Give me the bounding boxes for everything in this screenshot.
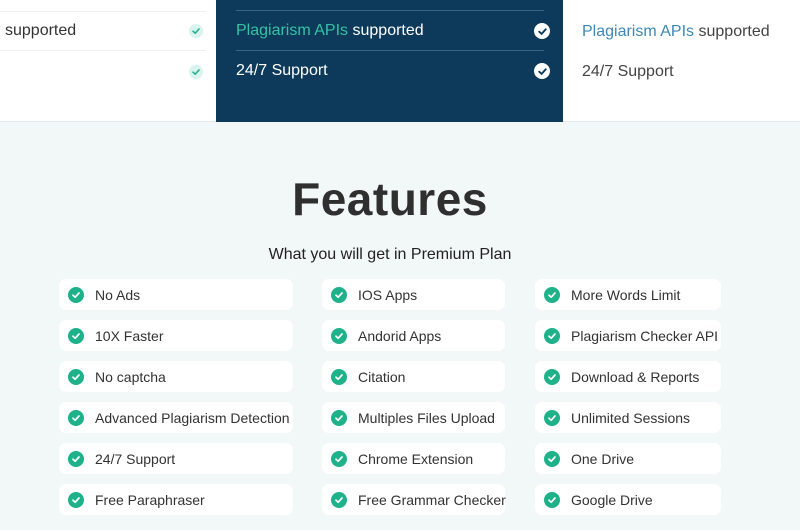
feature-pill: Citation bbox=[322, 361, 505, 392]
feature-suffix: supported bbox=[348, 22, 424, 39]
feature-label: Free Grammar Checker bbox=[358, 491, 506, 508]
feature-pill: Advanced Plagiarism Detection bbox=[59, 402, 293, 433]
check-circle-icon bbox=[68, 368, 84, 385]
feature-row-plagiarism-apis: supported bbox=[0, 11, 206, 51]
check-circle-icon bbox=[68, 409, 84, 426]
feature-row-support bbox=[0, 52, 206, 92]
check-icon bbox=[534, 63, 550, 79]
feature-label: Andorid Apps bbox=[358, 327, 442, 344]
feature-label: 10X Faster bbox=[95, 327, 164, 344]
feature-pill: More Words Limit bbox=[535, 279, 721, 310]
feature-row-support: 24/7 Support bbox=[582, 52, 800, 92]
feature-pill: No captcha bbox=[59, 361, 293, 392]
feature-accent: Plagiarism APIs bbox=[582, 23, 695, 40]
feature-row-plagiarism-apis: Plagiarism APIs supported bbox=[236, 11, 552, 51]
feature-pill: IOS Apps bbox=[322, 279, 505, 310]
check-circle-icon bbox=[331, 450, 347, 467]
feature-row-support: 24/7 Support bbox=[236, 51, 552, 91]
feature-label: Plagiarism Checker API bbox=[571, 327, 719, 344]
check-icon bbox=[189, 65, 203, 79]
features-title: Features bbox=[292, 173, 488, 225]
feature-pill: Download & Reports bbox=[535, 361, 721, 392]
feature-label: 24/7 Support bbox=[95, 450, 176, 467]
feature-pill: 10X Faster bbox=[59, 320, 293, 351]
check-circle-icon bbox=[544, 491, 560, 508]
check-circle-icon bbox=[331, 491, 347, 508]
check-circle-icon bbox=[544, 409, 560, 426]
pricing-comparison: supported Plagiarism APIs supported 24/7… bbox=[0, 0, 800, 122]
pricing-column-basic: supported bbox=[0, 0, 216, 122]
feature-label: No captcha bbox=[95, 368, 166, 385]
feature-pill: 24/7 Support bbox=[59, 443, 293, 474]
check-circle-icon bbox=[544, 450, 560, 467]
feature-row-label: Plagiarism APIs supported bbox=[582, 23, 770, 41]
check-circle-icon bbox=[331, 286, 347, 303]
feature-label: No Ads bbox=[95, 286, 141, 303]
feature-label: Chrome Extension bbox=[358, 450, 474, 467]
check-circle-icon bbox=[68, 491, 84, 508]
feature-pill: Google Drive bbox=[535, 484, 721, 515]
check-circle-icon bbox=[68, 450, 84, 467]
check-icon bbox=[534, 23, 550, 39]
feature-row-plagiarism-apis: Plagiarism APIs supported bbox=[582, 12, 800, 52]
check-circle-icon bbox=[544, 286, 560, 303]
feature-pill: One Drive bbox=[535, 443, 721, 474]
check-circle-icon bbox=[331, 368, 347, 385]
feature-pill: Free Paraphraser bbox=[59, 484, 293, 515]
feature-label: Advanced Plagiarism Detection bbox=[95, 409, 290, 426]
feature-label: Google Drive bbox=[571, 491, 653, 508]
feature-label: Download & Reports bbox=[571, 368, 700, 385]
feature-accent: Plagiarism APIs bbox=[236, 22, 349, 39]
features-subtitle: What you will get in Premium Plan bbox=[268, 246, 512, 263]
feature-label: Citation bbox=[358, 368, 406, 385]
feature-label: Unlimited Sessions bbox=[571, 409, 691, 426]
feature-label: IOS Apps bbox=[358, 286, 418, 303]
feature-row-label: supported bbox=[5, 22, 77, 39]
check-circle-icon bbox=[68, 327, 84, 344]
check-circle-icon bbox=[331, 409, 347, 426]
feature-row-label: Plagiarism APIs supported bbox=[236, 22, 424, 40]
pricing-column-premium: Plagiarism APIs supported 24/7 Support bbox=[216, 0, 563, 122]
feature-pill: Unlimited Sessions bbox=[535, 402, 721, 433]
feature-pill: Chrome Extension bbox=[322, 443, 505, 474]
feature-pill: Andorid Apps bbox=[322, 320, 505, 351]
check-circle-icon bbox=[544, 368, 560, 385]
feature-pill: No Ads bbox=[59, 279, 293, 310]
feature-label: One Drive bbox=[571, 450, 635, 467]
pricing-column-enterprise: Plagiarism APIs supported 24/7 Support bbox=[563, 0, 800, 122]
check-circle-icon bbox=[331, 327, 347, 344]
check-circle-icon bbox=[68, 286, 84, 303]
feature-row-label: 24/7 Support bbox=[236, 62, 328, 79]
feature-row-label: 24/7 Support bbox=[582, 63, 674, 80]
feature-pill: Free Grammar Checker bbox=[322, 484, 506, 515]
feature-label: More Words Limit bbox=[571, 286, 681, 303]
feature-label: Free Paraphraser bbox=[95, 491, 205, 508]
feature-label: Multiples Files Upload bbox=[358, 409, 495, 426]
feature-suffix: supported bbox=[694, 23, 770, 40]
feature-pill: Multiples Files Upload bbox=[322, 402, 505, 433]
check-circle-icon bbox=[544, 327, 560, 344]
feature-pill: Plagiarism Checker API bbox=[535, 320, 721, 351]
check-icon bbox=[189, 24, 203, 38]
